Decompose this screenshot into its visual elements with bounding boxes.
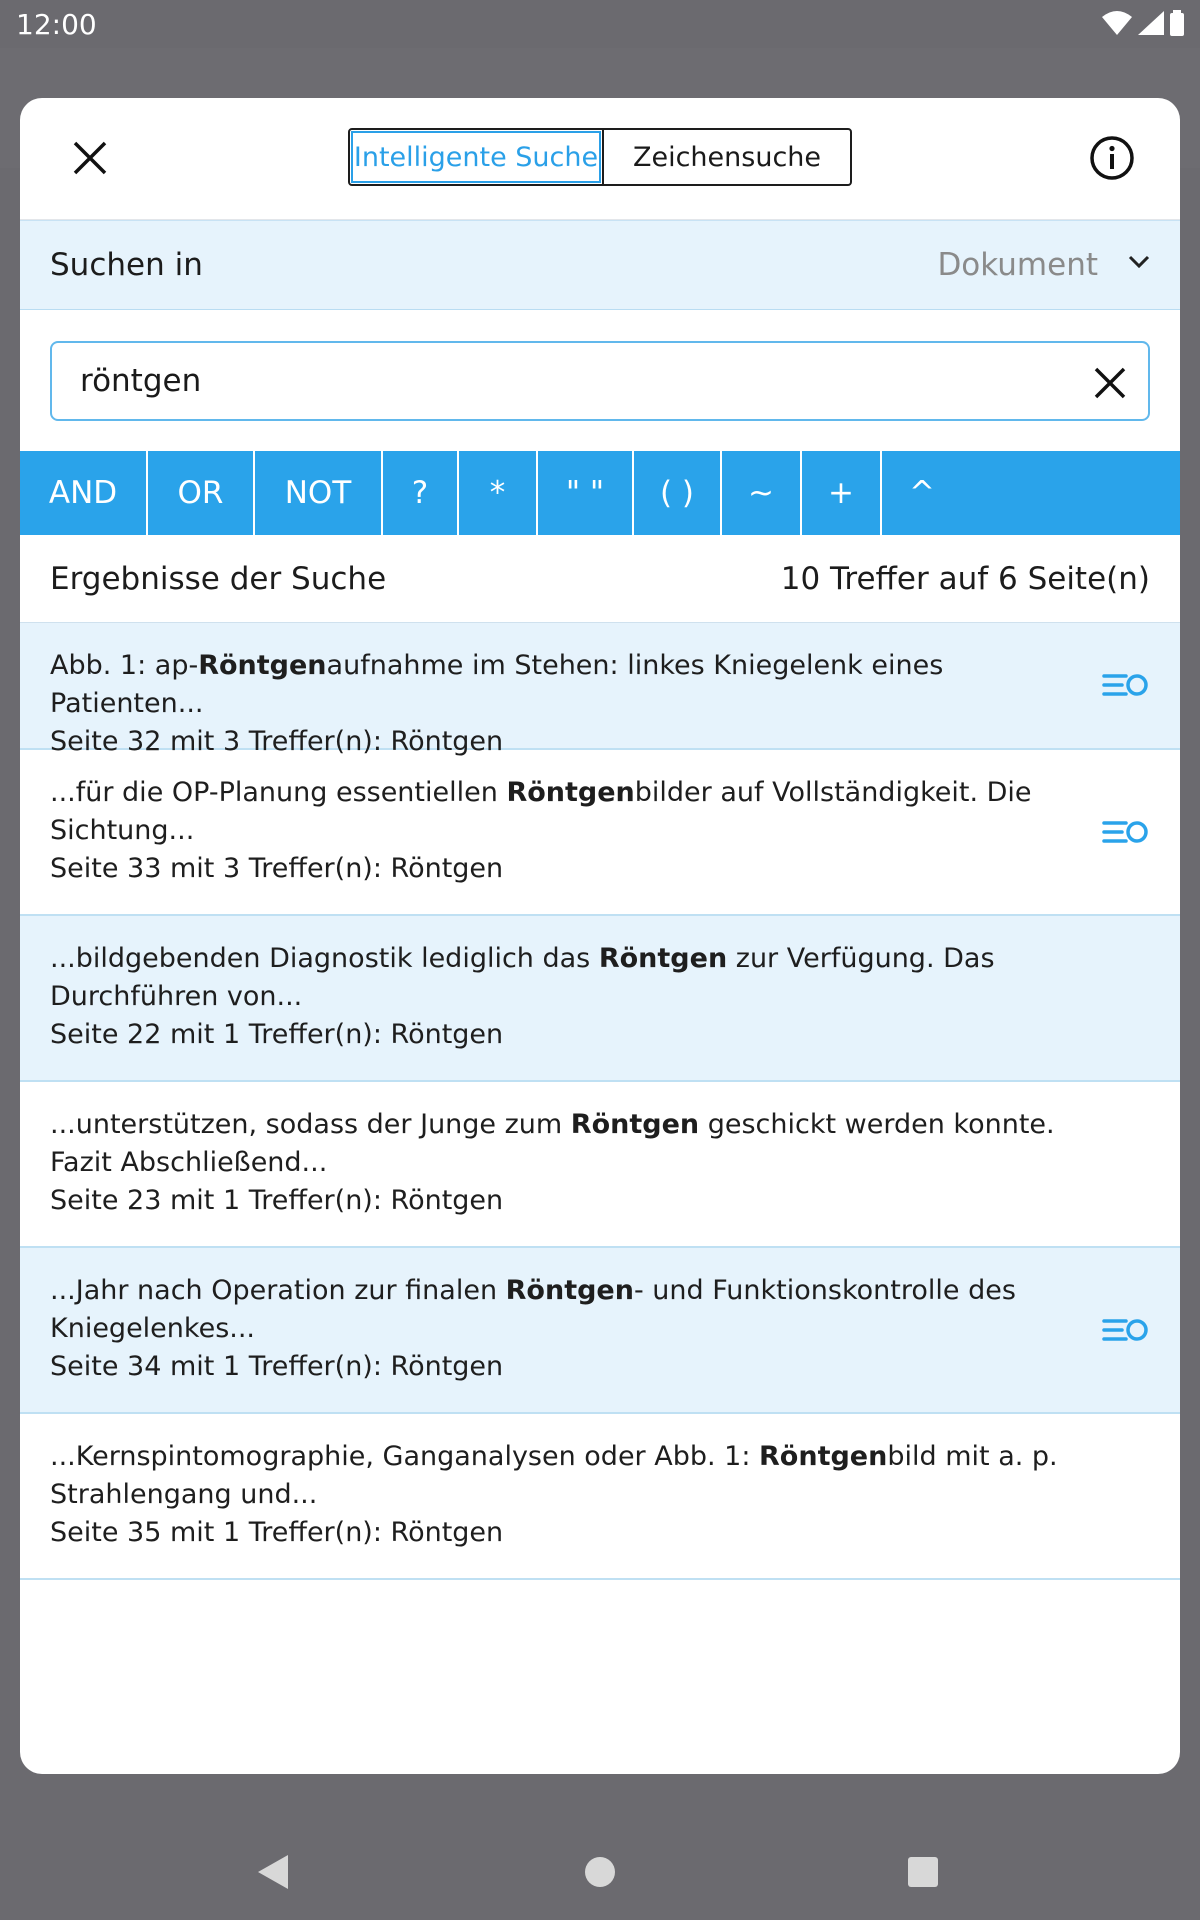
wifi-icon xyxy=(1102,11,1132,35)
result-item[interactable]: ...unterstützen, sodass der Junge zum Rö… xyxy=(20,1082,1180,1248)
filter-icon[interactable] xyxy=(1102,1316,1150,1344)
result-snippet: ...für die OP-Planung essentiellen Röntg… xyxy=(50,777,1032,846)
operator-question-button[interactable]: ? xyxy=(383,451,459,535)
results-title: Ergebnisse der Suche xyxy=(50,561,387,597)
result-meta: Seite 34 mit 1 Treffer(n): Röntgen xyxy=(50,1351,504,1382)
battery-icon xyxy=(1170,10,1184,36)
result-item[interactable]: ...Kernspintomographie, Ganganalysen ode… xyxy=(20,1414,1180,1580)
result-item[interactable]: ...Jahr nach Operation zur finalen Röntg… xyxy=(20,1248,1180,1414)
operator-asterisk-button[interactable]: * xyxy=(459,451,538,535)
search-scope-value: Dokument xyxy=(937,247,1098,283)
result-hit: Röntgen xyxy=(506,777,635,808)
nav-recents-icon[interactable] xyxy=(908,1857,938,1887)
search-input-value[interactable]: röntgen xyxy=(80,363,201,399)
tab-intelligente-suche[interactable]: Intelligente Suche xyxy=(351,131,601,183)
clear-icon[interactable] xyxy=(1090,363,1130,403)
operator-or-button[interactable]: OR xyxy=(148,451,255,535)
result-snippet: ...Jahr nach Operation zur finalen Röntg… xyxy=(50,1275,1016,1344)
result-item[interactable]: ...bildgebenden Diagnostik lediglich das… xyxy=(20,916,1180,1082)
signal-icon xyxy=(1138,11,1164,35)
result-hit: Röntgen xyxy=(570,1109,700,1140)
result-hit: Röntgen xyxy=(198,650,327,681)
operator-quotes-button[interactable]: " " xyxy=(538,451,634,535)
results-header: Ergebnisse der Suche 10 Treffer auf 6 Se… xyxy=(20,535,1180,623)
filter-icon[interactable] xyxy=(1102,818,1150,846)
result-item[interactable]: Abb. 1: ap-Röntgenaufnahme im Stehen: li… xyxy=(20,623,1180,757)
result-snippet: Abb. 1: ap-Röntgenaufnahme im Stehen: li… xyxy=(50,650,944,719)
close-button[interactable] xyxy=(66,134,114,182)
result-meta: Seite 35 mit 1 Treffer(n): Röntgen xyxy=(50,1517,504,1548)
search-dialog: Intelligente Suche Zeichensuche Suchen i… xyxy=(20,98,1180,1774)
result-snippet: ...Kernspintomographie, Ganganalysen ode… xyxy=(50,1441,1058,1510)
tab-zeichensuche[interactable]: Zeichensuche xyxy=(602,130,850,184)
result-snippet: ...unterstützen, sodass der Junge zum Rö… xyxy=(50,1109,1055,1178)
results-list: Abb. 1: ap-Röntgenaufnahme im Stehen: li… xyxy=(20,623,1180,1580)
chevron-down-icon xyxy=(1128,255,1150,269)
status-bar: 12:00 xyxy=(0,0,1200,48)
info-icon xyxy=(1090,136,1134,180)
dialog-header: Intelligente Suche Zeichensuche xyxy=(20,98,1180,220)
search-mode-toggle: Intelligente Suche Zeichensuche xyxy=(348,128,852,186)
info-button[interactable] xyxy=(1088,134,1136,182)
result-hit: Röntgen xyxy=(598,943,728,974)
result-snippet: ...bildgebenden Diagnostik lediglich das… xyxy=(50,943,995,1012)
result-meta: Seite 22 mit 1 Treffer(n): Röntgen xyxy=(50,1019,504,1050)
operator-plus-button[interactable]: + xyxy=(802,451,882,535)
result-item[interactable]: ...für die OP-Planung essentiellen Röntg… xyxy=(20,750,1180,916)
search-input[interactable]: röntgen xyxy=(50,341,1150,421)
operator-tilde-button[interactable]: ~ xyxy=(722,451,802,535)
result-hit: Röntgen xyxy=(759,1441,888,1472)
nav-back-icon[interactable] xyxy=(258,1855,288,1889)
operator-parentheses-button[interactable]: ( ) xyxy=(634,451,722,535)
close-icon xyxy=(73,141,107,175)
filter-icon[interactable] xyxy=(1102,671,1150,699)
status-time: 12:00 xyxy=(16,8,97,41)
operator-and-button[interactable]: AND xyxy=(20,451,148,535)
status-icons xyxy=(1102,10,1184,36)
result-meta: Seite 23 mit 1 Treffer(n): Röntgen xyxy=(50,1185,504,1216)
results-count: 10 Treffer auf 6 Seite(n) xyxy=(780,561,1150,597)
operator-caret-button[interactable]: ^ xyxy=(882,451,962,535)
result-meta: Seite 33 mit 3 Treffer(n): Röntgen xyxy=(50,853,504,884)
system-navigation-bar xyxy=(0,1780,1200,1920)
operator-not-button[interactable]: NOT xyxy=(255,451,383,535)
search-operator-bar: AND OR NOT ? * " " ( ) ~ + ^ xyxy=(20,451,1180,535)
result-hit: Röntgen xyxy=(505,1275,634,1306)
nav-home-icon[interactable] xyxy=(585,1857,615,1887)
search-scope-selector[interactable]: Suchen in Dokument xyxy=(20,220,1180,310)
search-scope-label: Suchen in xyxy=(50,247,203,283)
